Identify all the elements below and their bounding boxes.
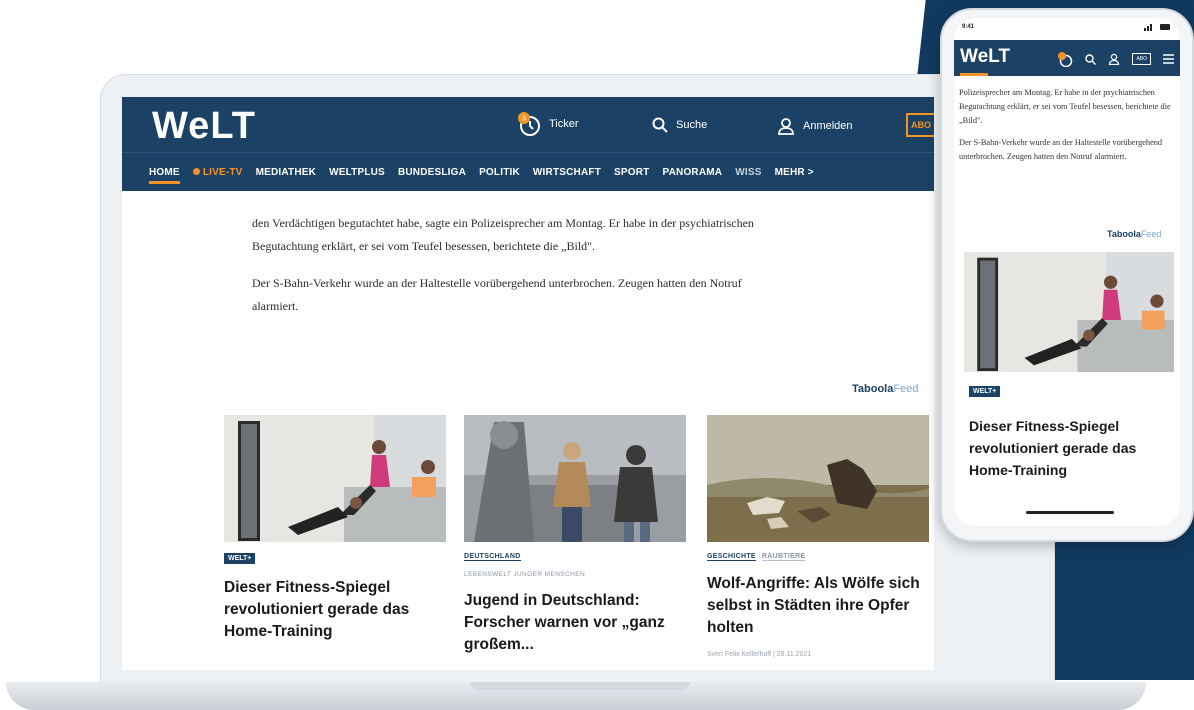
signal-battery-icon: [1144, 24, 1170, 31]
user-icon[interactable]: [1108, 53, 1120, 65]
teaser-card[interactable]: GESCHICHTE RAUBTIERE Wolf-Angriffe: Als …: [707, 415, 929, 658]
nav-weltplus[interactable]: WELTPLUS: [329, 167, 385, 178]
taboola-feed-label: TaboolaFeed: [852, 383, 919, 395]
nav-mediathek[interactable]: MEDIATHEK: [256, 167, 317, 178]
youth-image: [464, 415, 686, 542]
article-paragraph: Polizeisprecher am Montag. Er habe in de…: [959, 88, 1171, 125]
ticker-label: Ticker: [549, 118, 579, 130]
nav-wissen[interactable]: WISS: [735, 167, 761, 178]
article-paragraph: Der S-Bahn-Verkehr wurde an der Halteste…: [959, 138, 1163, 161]
abo-button[interactable]: ABO: [1132, 53, 1151, 65]
user-icon: [778, 118, 794, 135]
nav-bundesliga[interactable]: BUNDESLIGA: [398, 167, 466, 178]
nav-politik[interactable]: POLITIK: [479, 167, 520, 178]
weltplus-badge: WELT+: [969, 386, 1001, 397]
teaser-headline[interactable]: Wolf-Angriffe: Als Wölfe sich selbst in …: [707, 573, 929, 639]
welt-logo[interactable]: WeLT: [960, 46, 1010, 68]
laptop-notch: [470, 682, 690, 690]
nav-mehr[interactable]: MEHR >: [775, 167, 814, 178]
nav-panorama[interactable]: PANORAMA: [662, 167, 722, 178]
search-icon[interactable]: [1085, 53, 1097, 65]
logo-underline: [960, 73, 988, 76]
teaser-card[interactable]: DEUTSCHLAND LEBENSWELT JUNGER MENSCHEN J…: [464, 415, 686, 656]
search-label: Suche: [676, 119, 708, 131]
wolf-painting-image: [707, 415, 929, 542]
nav-wirtschaft[interactable]: WIRTSCHAFT: [533, 167, 601, 178]
site-header: WeLT 3 Ticker Suche Anmelden ABO: [122, 97, 934, 152]
nav-live-tv[interactable]: LIVE-TV: [192, 167, 243, 178]
category-tag[interactable]: GESCHICHTE: [707, 553, 756, 561]
weltplus-badge: WELT+: [224, 553, 256, 564]
article-paragraph: Der S-Bahn-Verkehr wurde an der Halteste…: [252, 276, 742, 313]
home-indicator: [1026, 511, 1114, 514]
search-link[interactable]: Suche: [652, 117, 707, 133]
menu-icon[interactable]: [1163, 54, 1174, 64]
phone-header: WeLT ABO: [954, 40, 1180, 76]
live-dot-icon: [192, 167, 200, 175]
nav-sport[interactable]: SPORT: [614, 167, 649, 178]
desktop-screen: WeLT 3 Ticker Suche Anmelden ABO HOME LI…: [122, 97, 934, 670]
teaser-headline[interactable]: Jugend in Deutschland: Forscher warnen v…: [464, 590, 686, 656]
teaser-card[interactable]: WELT+ Dieser Fitness-Spiegel revolutioni…: [224, 415, 446, 643]
fitness-image: [224, 415, 446, 542]
fitness-image: [964, 252, 1174, 372]
topic-label: LEBENSWELT JUNGER MENSCHEN: [464, 571, 586, 578]
svg-text:3: 3: [522, 116, 526, 123]
article-body: den Verdächtigen begutachtet habe, sagte…: [252, 212, 772, 332]
teaser-headline[interactable]: Dieser Fitness-Spiegel revolutioniert ge…: [969, 415, 1169, 481]
ticker-link[interactable]: 3 Ticker: [517, 111, 579, 137]
category-tag[interactable]: DEUTSCHLAND: [464, 553, 521, 561]
phone-screen: 9:41 WeLT ABO Polizeisprecher am Montag.…: [954, 18, 1180, 526]
article-paragraph: den Verdächtigen begutachtet habe, sagte…: [252, 216, 754, 253]
taboola-feed-label: TaboolaFeed: [1107, 229, 1162, 239]
author-date: Sven Felix Kellerhoff | 29.11.2021: [707, 651, 812, 658]
status-time: 9:41: [962, 24, 975, 30]
welt-logo[interactable]: WeLT: [152, 105, 256, 148]
login-label: Anmelden: [803, 120, 853, 132]
status-bar: 9:41: [954, 18, 1180, 40]
nav-home[interactable]: HOME: [149, 167, 180, 184]
ticker-icon[interactable]: [1057, 51, 1073, 67]
ticker-icon: 3: [518, 112, 540, 136]
main-nav: HOME LIVE-TV MEDIATHEK WELTPLUS BUNDESLI…: [122, 152, 934, 191]
article-body: Polizeisprecher am Montag. Er habe in de…: [954, 76, 1180, 164]
login-link[interactable]: Anmelden: [777, 117, 853, 135]
search-icon: [652, 117, 668, 133]
category-tag[interactable]: RAUBTIERE: [761, 553, 806, 561]
teaser-headline[interactable]: Dieser Fitness-Spiegel revolutioniert ge…: [224, 577, 446, 643]
abo-button[interactable]: ABO: [906, 113, 934, 137]
